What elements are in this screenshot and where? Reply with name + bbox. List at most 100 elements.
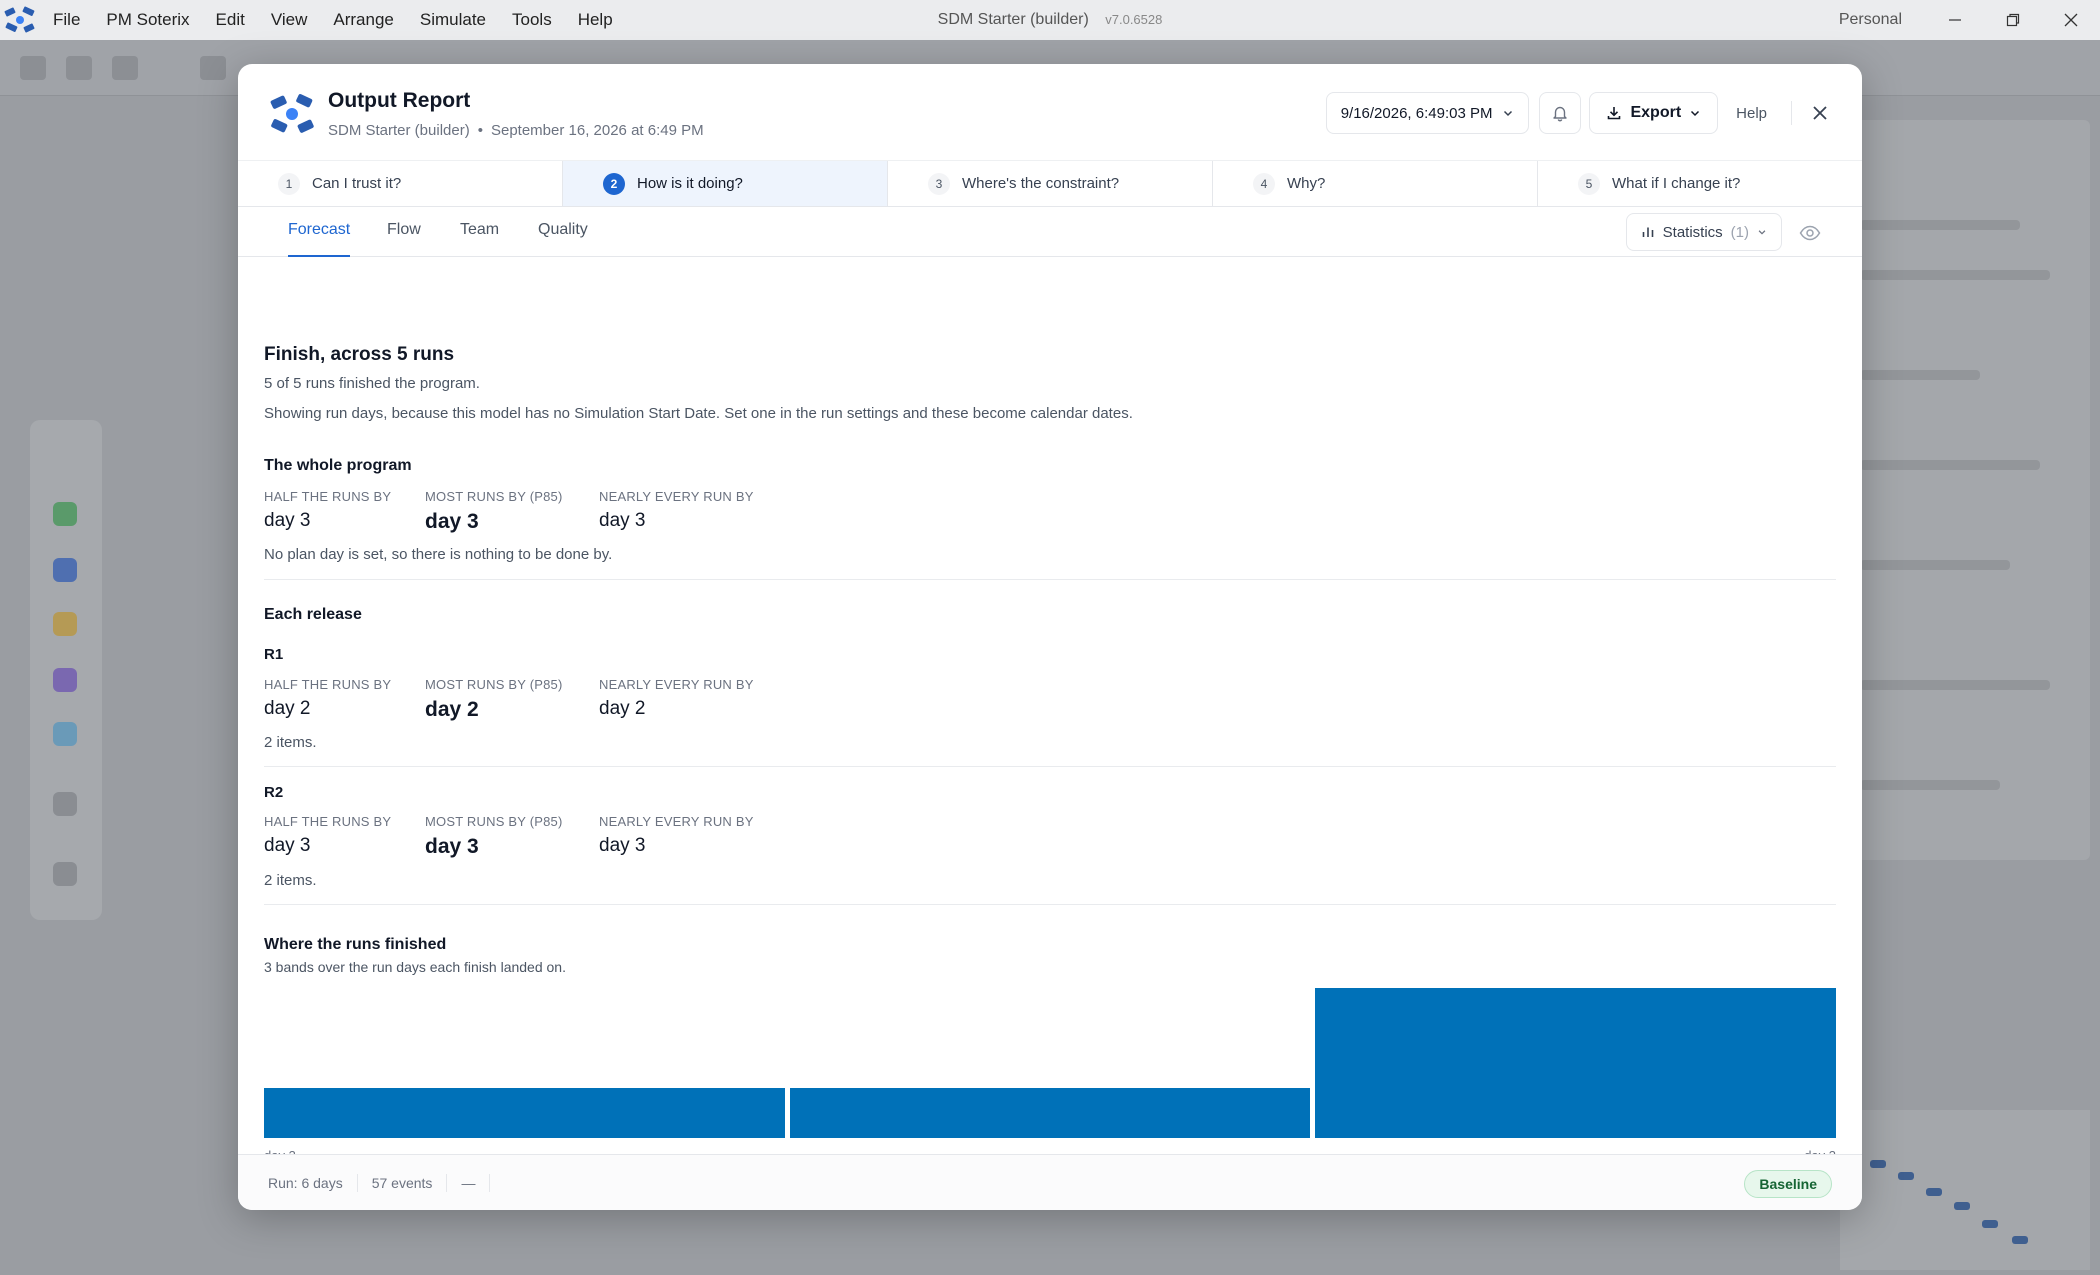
chevron-down-icon	[1758, 230, 1766, 235]
close-icon	[1813, 106, 1827, 120]
program-note: No plan day is set, so there is nothing …	[264, 546, 613, 563]
stat-label: MOST RUNS BY (P85)	[425, 677, 563, 692]
release-stat-p85: MOST RUNS BY (P85) day 2	[425, 677, 563, 722]
window-titlebar: File PM Soterix Edit View Arrange Simula…	[0, 0, 2100, 40]
step-wheres-the-constraint[interactable]: 3 Where's the constraint?	[888, 161, 1213, 206]
profile-label[interactable]: Personal	[1839, 11, 1902, 29]
bg-minimap-node	[2012, 1236, 2028, 1244]
histogram-title: Where the runs finished	[264, 936, 447, 953]
bg-palette-item	[53, 722, 77, 746]
stat-label: NEARLY EVERY RUN BY	[599, 677, 754, 692]
menu-pm-soterix[interactable]: PM Soterix	[93, 0, 202, 40]
stat-label: HALF THE RUNS BY	[264, 677, 392, 692]
run-select-value: 9/16/2026, 6:49:03 PM	[1340, 104, 1493, 122]
release-note: 2 items.	[264, 734, 317, 751]
bg-panel-line	[1860, 560, 2010, 570]
stat-label: MOST RUNS BY (P85)	[425, 489, 563, 504]
close-window-icon[interactable]	[2042, 0, 2100, 40]
program-stat-nearly: NEARLY EVERY RUN BY day 3	[599, 489, 754, 532]
histogram-bars	[264, 988, 1836, 1138]
step-label: Can I trust it?	[312, 175, 402, 192]
menu-view[interactable]: View	[258, 0, 321, 40]
bg-tool	[66, 56, 92, 80]
statistics-label: Statistics	[1662, 223, 1723, 241]
bg-panel-line	[1860, 270, 2050, 280]
subtitle-model: SDM Starter (builder)	[328, 122, 470, 139]
bg-panel-line	[1860, 220, 2020, 230]
histogram-bar[interactable]	[1315, 988, 1836, 1138]
section-divider	[264, 579, 1836, 580]
minimize-icon[interactable]	[1926, 0, 1984, 40]
step-number: 2	[603, 172, 625, 195]
stat-value: day 3	[264, 835, 311, 856]
visibility-toggle-button[interactable]	[1798, 221, 1822, 245]
dialog-header: Output Report SDM Starter (builder) • Sept…	[238, 64, 1862, 160]
menu-edit[interactable]: Edit	[203, 0, 258, 40]
step-what-if-i-change-it[interactable]: 5 What if I change it?	[1538, 161, 1862, 206]
scenario-badge: Baseline	[1744, 1170, 1832, 1198]
footer-extra: —	[447, 1173, 491, 1192]
background-minimap	[1840, 1110, 2090, 1270]
program-stat-half: HALF THE RUNS BY day 3	[264, 489, 391, 532]
step-how-is-it-doing[interactable]: 2 How is it doing?	[563, 161, 888, 206]
restore-icon[interactable]	[1984, 0, 2042, 40]
forecast-content: Finish, across 5 runs 5 of 5 runs finish…	[264, 257, 1836, 1163]
bg-panel-line	[1860, 780, 2000, 790]
release-stat-half: HALF THE RUNS BY day 2	[264, 677, 391, 720]
menu-file[interactable]: File	[40, 0, 93, 40]
dialog-footer: Run: 6 days 57 events — Baseline	[238, 1154, 1862, 1210]
bg-palette-item	[53, 502, 77, 526]
report-tabs: Forecast Flow Team Quality Statistics (1…	[238, 207, 1862, 257]
step-number: 4	[1253, 172, 1275, 195]
step-can-i-trust-it[interactable]: 1 Can I trust it?	[238, 161, 563, 206]
histogram-bar[interactable]	[789, 1088, 1311, 1138]
menu-tools[interactable]: Tools	[499, 0, 565, 40]
chevron-down-icon	[1691, 110, 1700, 117]
bg-palette-item	[53, 558, 77, 582]
close-dialog-button[interactable]	[1792, 92, 1848, 134]
bg-palette-item	[53, 792, 77, 816]
app-logo-icon[interactable]	[0, 0, 40, 40]
releases-title: Each release	[264, 606, 362, 623]
stat-value: day 3	[425, 835, 479, 858]
tab-team[interactable]: Team	[460, 207, 499, 257]
stat-label: HALF THE RUNS BY	[264, 489, 392, 504]
bg-panel-line	[1860, 460, 2040, 470]
forecast-summary: 5 of 5 runs finished the program.	[264, 375, 480, 392]
tab-flow[interactable]: Flow	[387, 207, 421, 257]
question-steps: 1 Can I trust it? 2 How is it doing? 3 W…	[238, 160, 1862, 207]
menu-simulate[interactable]: Simulate	[407, 0, 499, 40]
histogram-bar[interactable]	[264, 1088, 785, 1138]
release-stat-nearly: NEARLY EVERY RUN BY day 2	[599, 677, 754, 720]
stat-value: day 2	[599, 698, 646, 719]
subtitle-separator: •	[477, 122, 483, 139]
step-label: How is it doing?	[637, 175, 743, 192]
bg-tool	[20, 56, 46, 80]
program-title: The whole program	[264, 457, 412, 474]
statistics-dropdown[interactable]: Statistics (1)	[1625, 213, 1782, 251]
bg-panel-line	[1860, 680, 2050, 690]
export-button[interactable]: Export	[1589, 92, 1719, 134]
stat-label: HALF THE RUNS BY	[264, 814, 392, 829]
tab-quality[interactable]: Quality	[538, 207, 588, 257]
finish-histogram-chart: day 3 day 3	[264, 988, 1836, 1164]
stat-label: MOST RUNS BY (P85)	[425, 814, 563, 829]
titlebar-controls: Personal	[1839, 0, 2100, 40]
menu-help[interactable]: Help	[565, 0, 626, 40]
bg-palette-item	[53, 668, 77, 692]
stat-value: day 3	[599, 835, 646, 856]
notifications-button[interactable]	[1539, 92, 1582, 134]
step-why[interactable]: 4 Why?	[1213, 161, 1538, 206]
section-divider	[264, 766, 1836, 767]
bar-chart-icon	[1642, 227, 1653, 237]
program-stat-p85: MOST RUNS BY (P85) day 3	[425, 489, 563, 534]
statistics-count: (1)	[1730, 223, 1749, 241]
tab-forecast[interactable]: Forecast	[288, 207, 351, 257]
run-select-dropdown[interactable]: 9/16/2026, 6:49:03 PM	[1325, 92, 1530, 134]
footer-run-length: Run: 6 days	[238, 1173, 358, 1192]
header-actions: 9/16/2026, 6:49:03 PM Export Help	[1325, 92, 1862, 134]
menu-arrange[interactable]: Arrange	[320, 0, 406, 40]
step-label: Why?	[1287, 175, 1326, 192]
help-link[interactable]: Help	[1736, 105, 1767, 122]
stat-label: NEARLY EVERY RUN BY	[599, 489, 754, 504]
